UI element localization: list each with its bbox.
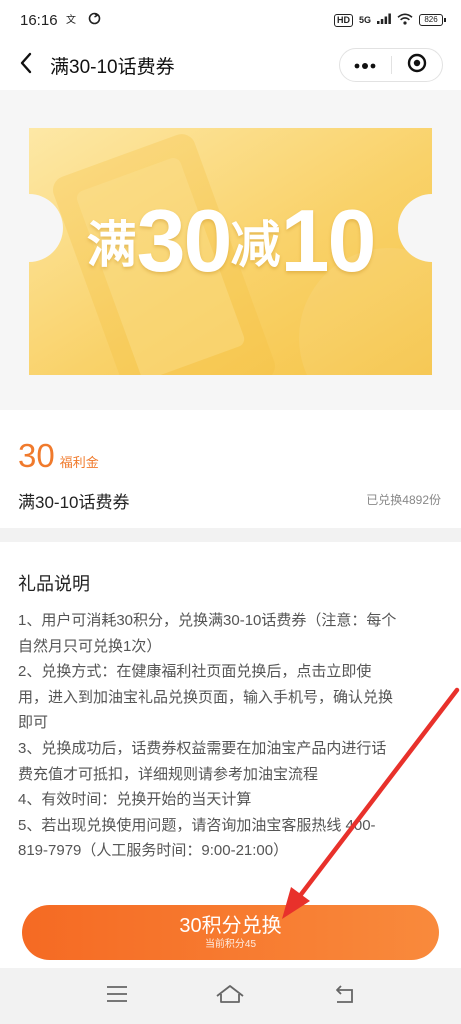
more-button[interactable] <box>340 49 391 81</box>
coupon-threshold: 30 <box>136 191 233 290</box>
page: 16:16 文 HD 5G 826 满30-10话费券 满30减10 30 福利… <box>0 0 461 1024</box>
description-line: 自然月只可兑换1次） <box>18 637 162 655</box>
description-line: 即可 <box>18 714 49 732</box>
description-line: 1、用户可消耗30积分，兑换满30-10话费券（注意：每个 <box>18 612 397 629</box>
points-value: 30 <box>18 437 55 474</box>
coupon-discount: 10 <box>280 191 377 290</box>
target-close-icon <box>407 53 427 78</box>
banner-area: 满30减10 <box>0 90 461 410</box>
home-button[interactable] <box>210 976 250 1016</box>
status-right: HD 5G 826 <box>333 13 446 28</box>
nav-bar: 满30-10话费券 <box>0 40 461 90</box>
svg-text:文: 文 <box>66 13 76 25</box>
chevron-left-icon <box>19 52 33 79</box>
description-line: 3、兑换成功后，话费券权益需要在加油宝产品内进行话 <box>18 739 387 757</box>
description-line: 2、兑换方式：在健康福利社页面兑换后，点击立即使 <box>18 663 372 681</box>
coupon-image: 满30减10 <box>29 128 432 375</box>
system-nav-bar <box>0 968 461 1024</box>
gift-name: 满30-10话费券 <box>18 493 130 512</box>
sync-icon <box>88 12 101 29</box>
menu-icon <box>106 985 128 1008</box>
hd-badge: HD <box>333 13 353 27</box>
description-body: 1、用户可消耗30积分，兑换满30-10话费券（注意：每个 自然月只可兑换1次）… <box>18 608 446 864</box>
current-points-label: 当前积分45 <box>204 939 257 950</box>
redeemed-count: 已兑换4892份 <box>366 493 441 507</box>
page-title: 满30-10话费券 <box>50 56 175 78</box>
redeem-button-label: 30积分兑换 <box>179 915 282 937</box>
description-line: 5、若出现兑换使用问题，请咨询加油宝客服热线 400- <box>18 816 376 834</box>
more-icon <box>354 56 376 74</box>
coupon-headline: 满30减10 <box>29 190 432 292</box>
redeem-button[interactable]: 30积分兑换 当前积分45 <box>22 905 439 960</box>
network-label: 5G <box>358 14 371 25</box>
wifi-icon <box>397 13 413 28</box>
return-icon <box>332 984 356 1009</box>
home-icon <box>215 984 245 1009</box>
description-line: 4、有效时间：兑换开始的当天计算 <box>18 791 252 809</box>
description-card: 礼品说明 1、用户可消耗30积分，兑换满30-10话费券（注意：每个 自然月只可… <box>0 542 461 902</box>
points-unit: 福利金 <box>59 455 99 470</box>
coupon-prefix: 满 <box>86 217 137 273</box>
description-line: 费充值才可抵扣，详细规则请参考加油宝流程 <box>18 765 319 783</box>
status-bar: 16:16 文 HD 5G 826 <box>0 0 461 40</box>
coupon-middle: 减 <box>230 217 281 273</box>
description-line: 819-7979（人工服务时间：9:00-21:00） <box>18 842 289 860</box>
points-price: 30 福利金 <box>18 437 99 475</box>
description-title: 礼品说明 <box>18 574 90 594</box>
bottom-action-bar: 30积分兑换 当前积分45 <box>0 895 461 968</box>
battery-icon: 826 <box>419 14 446 26</box>
sms-icon: 文 <box>66 12 80 29</box>
menu-button[interactable] <box>97 976 137 1016</box>
signal-icon <box>377 13 391 27</box>
status-time: 16:16 <box>20 11 58 29</box>
status-left: 16:16 文 <box>20 12 101 29</box>
description-line: 用，进入到加油宝礼品兑换页面，输入手机号，确认兑换 <box>18 688 394 706</box>
back-system-button[interactable] <box>324 976 364 1016</box>
close-miniprogram-button[interactable] <box>391 49 442 81</box>
miniprogram-capsule <box>339 48 443 82</box>
back-button[interactable] <box>4 40 48 90</box>
gift-info-card: 30 福利金 满30-10话费券 已兑换4892份 <box>0 410 461 528</box>
